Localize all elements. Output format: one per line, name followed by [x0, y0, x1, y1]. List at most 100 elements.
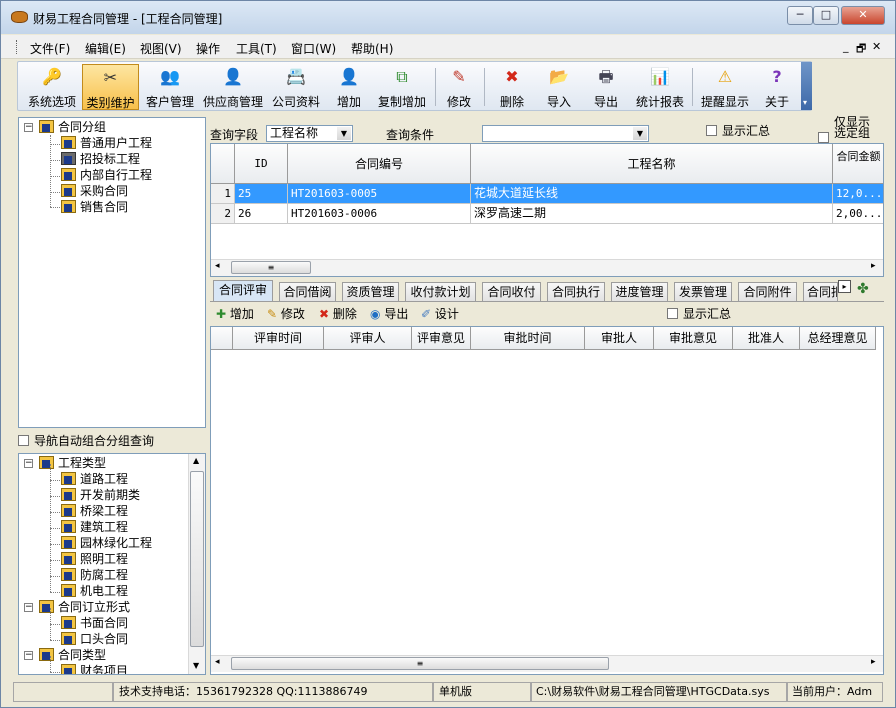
tab-6[interactable]: 进度管理 [611, 282, 668, 302]
grid-cell-amount[interactable]: 2,00... [833, 204, 883, 224]
tree-node-item[interactable]: 机电工程 [61, 584, 128, 599]
menu-tools[interactable]: 工具(T) [236, 40, 277, 57]
grid-cell-id[interactable]: 26 [235, 204, 288, 224]
tree-node-item[interactable]: 财务项目 [61, 664, 128, 674]
menu-operation[interactable]: 操作 [196, 40, 220, 57]
toolbar-edit-button[interactable]: ✎ 修改 [444, 64, 474, 110]
toolbar-copy-add-button[interactable]: ⧉ 复制增加 [374, 64, 430, 110]
toolbar-report-button[interactable]: 📊 统计报表 [633, 64, 687, 110]
review-col-header[interactable]: 批准人 [733, 327, 800, 350]
col-header-amount[interactable]: 合同金额 [833, 144, 883, 184]
toolbar-delete-button[interactable]: ✖ 删除 [496, 64, 528, 110]
toolbar-add-button[interactable]: 👤 增加 [332, 64, 366, 110]
review-col-header[interactable]: 评审人 [324, 327, 412, 350]
review-col-header[interactable]: 审批时间 [471, 327, 585, 350]
tree-node-item[interactable]: 防腐工程 [61, 568, 128, 583]
scrollbar-thumb[interactable] [190, 471, 204, 647]
tab-scroll-button[interactable]: ▸ [838, 280, 851, 293]
review-col-header[interactable]: 总经理意见 [800, 327, 876, 350]
tree-node-group[interactable]: 采购合同 [61, 184, 128, 199]
tree-node-category[interactable]: 合同订立形式 [39, 600, 130, 615]
tab-5[interactable]: 合同执行 [547, 282, 605, 302]
tree-node-group[interactable]: 招投标工程 [61, 152, 140, 167]
review-col-header[interactable]: 评审时间 [233, 327, 324, 350]
collapse-icon[interactable]: − [24, 603, 33, 612]
tree-node-item[interactable]: 照明工程 [61, 552, 128, 567]
scrollbar-thumb[interactable]: ≡ [231, 657, 609, 670]
grid-cell-name[interactable]: 深罗高速二期 [471, 204, 833, 224]
tab-settings-icon[interactable]: ✤ [857, 281, 875, 299]
minimize-button[interactable]: ─ [787, 6, 813, 25]
tab-7[interactable]: 发票管理 [674, 282, 732, 302]
toolbar-about-button[interactable]: ? 关于 [762, 64, 792, 110]
collapse-icon[interactable]: − [24, 651, 33, 660]
scroll-up-icon[interactable]: ▲ [193, 456, 199, 465]
grid-cell-code[interactable]: HT201603-0006 [288, 204, 471, 224]
menu-window[interactable]: 窗口(W) [291, 40, 336, 57]
collapse-icon[interactable]: − [24, 459, 33, 468]
tree-node-root[interactable]: 合同分组 [39, 120, 106, 135]
toolbar-reminder-button[interactable]: ⚠ 提醒显示 [698, 64, 752, 110]
mdi-minimize-button[interactable]: _ [843, 40, 849, 53]
tree-node-item[interactable]: 口头合同 [61, 632, 128, 647]
nav-auto-group-checkbox[interactable]: 导航自动组合分组查询 [18, 432, 154, 449]
query-field-select[interactable]: 工程名称 ▼ [266, 125, 353, 142]
maximize-button[interactable]: □ [813, 6, 839, 25]
only-selected-checkbox[interactable]: 仅显示 选定组 [818, 116, 870, 143]
tree-node-item[interactable]: 书面合同 [61, 616, 128, 631]
toolbar-company-button[interactable]: 📇 公司资料 [269, 64, 323, 110]
grid-cell-num[interactable]: 1 [211, 184, 235, 204]
scroll-right-icon[interactable]: ▸ [871, 261, 876, 271]
tree-node-group[interactable]: 内部自行工程 [61, 168, 152, 183]
collapse-icon[interactable]: − [24, 123, 33, 132]
menu-file[interactable]: 文件(F) [30, 40, 70, 57]
sub-design-button[interactable]: ✐ 设计 [421, 305, 459, 322]
sub-delete-button[interactable]: ✖ 删除 [319, 305, 357, 322]
toolbar-system-options-button[interactable]: 🔑 系统选项 [22, 64, 82, 110]
menu-view[interactable]: 视图(V) [140, 40, 182, 57]
tab-8[interactable]: 合同附件 [738, 282, 797, 302]
scroll-down-icon[interactable]: ▼ [193, 661, 199, 670]
mdi-close-button[interactable]: ✕ [872, 40, 881, 53]
grid-horizontal-scrollbar[interactable]: ◂ ≡ ▸ [211, 259, 883, 276]
scroll-left-icon[interactable]: ◂ [215, 657, 220, 667]
review-col-header[interactable]: 审批意见 [654, 327, 733, 350]
tree-node-item[interactable]: 桥梁工程 [61, 504, 128, 519]
review-col-header[interactable]: 评审意见 [412, 327, 471, 350]
toolbar-supplier-button[interactable]: 👤 供应商管理 [200, 64, 266, 110]
tab-2[interactable]: 资质管理 [342, 282, 399, 302]
grid-cell-code[interactable]: HT201603-0005 [288, 184, 471, 204]
tree-node-item[interactable]: 开发前期类 [61, 488, 140, 503]
tree-node-item[interactable]: 建筑工程 [61, 520, 128, 535]
close-button[interactable]: ✕ [841, 6, 885, 25]
tree-node-group[interactable]: 普通用户工程 [61, 136, 152, 151]
scrollbar-thumb[interactable]: ≡ [231, 261, 311, 274]
toolbar-customer-button[interactable]: 👥 客户管理 [142, 64, 198, 110]
col-header-project-name[interactable]: 工程名称 [471, 144, 833, 184]
toolbar-category-maintenance-button[interactable]: ✂ 类别维护 [82, 64, 139, 110]
menu-edit[interactable]: 编辑(E) [85, 40, 126, 57]
tree-node-item[interactable]: 园林绿化工程 [61, 536, 152, 551]
scroll-right-icon[interactable]: ▸ [871, 657, 876, 667]
col-header-contract-no[interactable]: 合同编号 [288, 144, 471, 184]
grid-cell-id[interactable]: 25 [235, 184, 288, 204]
tree-node-item[interactable]: 道路工程 [61, 472, 128, 487]
sub-export-button[interactable]: ◉ 导出 [370, 305, 408, 322]
query-condition-select[interactable]: ▼ [482, 125, 649, 142]
tab-4[interactable]: 合同收付 [482, 282, 541, 302]
toolbar-overflow-button[interactable]: ▾ [801, 62, 812, 110]
review-horizontal-scrollbar[interactable]: ◂ ≡ ▸ [211, 655, 883, 672]
toolbar-import-button[interactable]: 📂 导入 [544, 64, 574, 110]
tab-0[interactable]: 合同评审 [213, 280, 273, 302]
sub-show-summary-checkbox[interactable]: 显示汇总 [667, 305, 731, 322]
tab-3[interactable]: 收付款计划 [405, 282, 476, 302]
grid-cell-amount[interactable]: 12,0... [833, 184, 883, 204]
tab-1[interactable]: 合同借阅 [279, 282, 336, 302]
tree-node-group[interactable]: 销售合同 [61, 200, 128, 215]
tab-9[interactable]: 合同扣 [803, 282, 838, 302]
tree-vertical-scrollbar[interactable]: ▲ ▼ [188, 454, 205, 674]
sub-add-button[interactable]: ✚ 增加 [216, 305, 254, 322]
grid-cell-name[interactable]: 花城大道延长线 [471, 184, 833, 204]
col-header-id[interactable]: ID [235, 144, 288, 184]
sub-edit-button[interactable]: ✎ 修改 [267, 305, 305, 322]
